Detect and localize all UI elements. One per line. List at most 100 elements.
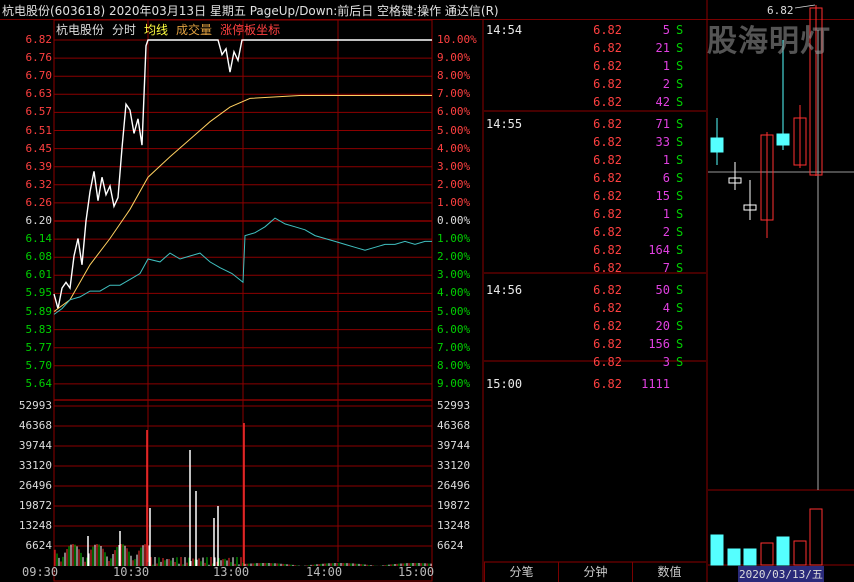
tick-type: S [676,95,684,109]
legend-volume: 成交量 [176,23,213,37]
tick-row: 15:00 6.82 1111 [484,375,706,393]
tick-type: S [676,337,684,351]
percent-tick-label: 6.00% [437,105,471,119]
tick-type: S [676,189,684,203]
percent-tick-label: 2.00% [437,250,471,264]
tick-type: S [676,117,684,131]
tick-panel-tabs: 分笔 分钟 数值 [484,562,706,582]
percent-tick-label: 8.00% [437,358,471,372]
tick-price: 6.82 [593,319,622,333]
tick-row: 6.82 33 S [484,133,706,151]
tick-price: 6.82 [593,77,622,91]
tick-volume: 21 [655,41,670,55]
price-tick-label: 6.08 [25,250,53,264]
percent-tick-label: 4.00% [437,141,471,155]
price-tick-label: 6.57 [25,105,53,119]
percent-tick-label: 4.00% [437,286,471,300]
volume-tick-label: 19872 [437,499,471,512]
tick-volume: 71 [655,117,670,131]
tick-price: 6.82 [593,117,622,131]
kline-volume-bar [710,534,724,566]
percent-tick-label: 8.00% [437,69,471,83]
percent-tick-label: 2.00% [437,177,471,191]
price-tick-label: 5.89 [25,304,53,318]
tick-volume: 6 [662,171,670,185]
time-tick-label: 10:30 [113,565,150,579]
time-tick-label: 13:00 [213,565,250,579]
price-tick-label: 5.70 [25,358,53,372]
tick-volume: 3 [662,355,670,369]
chart-legend: 杭电股份 分时 均线 成交量 涨停板坐标 [56,21,288,38]
percent-tick-label: 10.00% [437,33,477,46]
tick-volume: 20 [655,319,670,333]
tick-type: S [676,135,684,149]
price-tick-label: 6.82 [25,33,53,46]
kline-top-price: 6.82 [767,4,794,17]
price-tick-label: 5.83 [25,322,53,336]
tick-row: 6.82 2 S [484,223,706,241]
volume-tick-label: 33120 [18,459,52,472]
kline-date: 2020/03/13/五 [738,566,824,582]
tick-volume: 1 [662,59,670,73]
volume-tick-label: 19872 [18,499,52,512]
tick-price: 6.82 [593,243,622,257]
tick-volume: 50 [655,283,670,297]
volume-tick-label: 13248 [437,519,471,532]
watermark: 股海明灯 [707,24,831,59]
tick-price: 6.82 [593,225,622,239]
candle-body [776,133,790,146]
percent-tick-label: 9.00% [437,376,471,390]
legend-limit-axis[interactable]: 涨停板坐标 [220,23,280,37]
kline-volume-bar [760,542,774,566]
percent-tick-label: 9.00% [437,51,471,65]
percent-tick-label: 5.00% [437,304,471,318]
tick-price: 6.82 [593,135,622,149]
tick-row: 6.82 1 S [484,57,706,75]
tick-price: 6.82 [593,261,622,275]
tick-volume: 5 [662,23,670,37]
legend-mode[interactable]: 分时 [112,23,136,37]
price-tick-label: 6.70 [25,69,53,83]
tick-type: S [676,225,684,239]
tick-type: S [676,59,684,73]
percent-tick-label: 5.00% [437,123,471,137]
tab-minutes[interactable]: 分钟 [558,562,632,582]
tick-row: 6.82 21 S [484,39,706,57]
volume-tick-label: 6624 [437,539,464,552]
tick-price: 6.82 [593,207,622,221]
tab-values[interactable]: 数值 [632,562,706,582]
tick-time: 14:56 [486,283,523,297]
volume-tick-label: 33120 [437,459,471,472]
time-tick-label: 09:30 [22,565,59,579]
price-tick-label: 6.20 [25,214,53,227]
tick-volume: 2 [662,225,670,239]
tick-volume: 164 [648,243,670,257]
volume-tick-label: 13248 [18,519,52,532]
tick-price: 6.82 [593,301,622,315]
volume-tick-label: 26496 [437,479,471,492]
tab-ticks[interactable]: 分笔 [484,562,558,582]
tick-volume: 2 [662,77,670,91]
tick-type: S [676,319,684,333]
price-tick-label: 6.63 [25,87,53,101]
price-tick-label: 6.26 [25,195,53,209]
tick-time: 15:00 [486,377,523,391]
tick-type: S [676,355,684,369]
tick-price: 6.82 [593,189,622,203]
tick-price: 6.82 [593,171,622,185]
tick-row: 6.82 164 S [484,241,706,259]
percent-tick-label: 3.00% [437,268,471,282]
volume-tick-label: 26496 [18,479,52,492]
tick-row: 6.82 3 S [484,353,706,371]
percent-tick-label: 0.00% [437,214,471,227]
tick-row: 6.82 6 S [484,169,706,187]
legend-stock-name: 杭电股份 [56,23,105,37]
candle-body [710,137,724,153]
volume-tick-label: 6624 [25,539,53,552]
tick-price: 6.82 [593,355,622,369]
intraday-chart[interactable] [0,0,854,582]
kline-volume-bar [727,548,741,566]
tick-row: 6.82 7 S [484,259,706,277]
tick-row: 6.82 156 S [484,335,706,353]
price-tick-label: 6.14 [25,232,53,246]
